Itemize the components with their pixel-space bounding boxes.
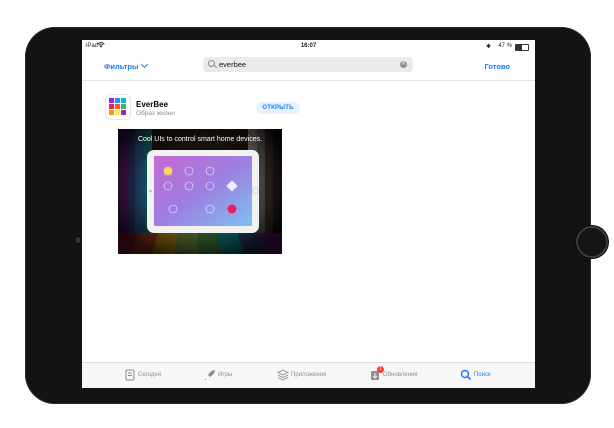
ipad-screen: iPad 16:07 ✱ 47 % Фильтры ✕ Готово	[82, 40, 535, 388]
open-button[interactable]: ОТКРЫТЬ	[256, 102, 300, 114]
search-icon	[208, 60, 215, 67]
app-category: Образ жизни	[136, 110, 175, 117]
search-icon	[460, 369, 472, 381]
app-screenshot[interactable]: Cool UIs to control smart home devices.	[118, 129, 282, 254]
screenshot-image	[118, 129, 282, 254]
tab-label: Игры	[218, 372, 233, 378]
everbee-app-icon[interactable]	[106, 95, 130, 119]
battery-icon	[515, 44, 529, 51]
tab-label: Обновления	[383, 372, 418, 378]
tab-label: Поиск	[474, 372, 491, 378]
rocket-icon	[204, 369, 216, 381]
tab-label: Сегодня	[138, 372, 161, 378]
filters-label: Фильтры	[104, 62, 139, 71]
layers-icon	[276, 369, 290, 381]
app-name[interactable]: EverBee	[136, 100, 168, 109]
search-navbar: Фильтры ✕ Готово	[82, 52, 535, 81]
tab-bar: Сегодня Игры Приложения 1 Обновления Пои…	[82, 362, 535, 388]
status-bar: iPad 16:07 ✱ 47 %	[82, 40, 535, 52]
done-button[interactable]: Готово	[484, 62, 510, 71]
bluetooth-icon: ✱	[485, 44, 491, 50]
chevron-down-icon	[141, 60, 149, 69]
screenshot-caption: Cool UIs to control smart home devices.	[137, 136, 263, 143]
search-field[interactable]: ✕	[203, 57, 413, 72]
clock: 16:07	[300, 43, 317, 49]
clear-search-icon[interactable]: ✕	[400, 61, 407, 68]
today-icon	[124, 369, 136, 381]
front-camera	[75, 237, 81, 243]
battery-percent: 47 %	[498, 43, 512, 49]
home-button[interactable]	[576, 226, 608, 258]
tab-label: Приложения	[291, 372, 327, 378]
search-result-item[interactable]: EverBee Образ жизни ОТКРЫТЬ	[106, 95, 506, 127]
search-input[interactable]	[219, 58, 389, 71]
filters-button[interactable]: Фильтры	[104, 60, 149, 71]
